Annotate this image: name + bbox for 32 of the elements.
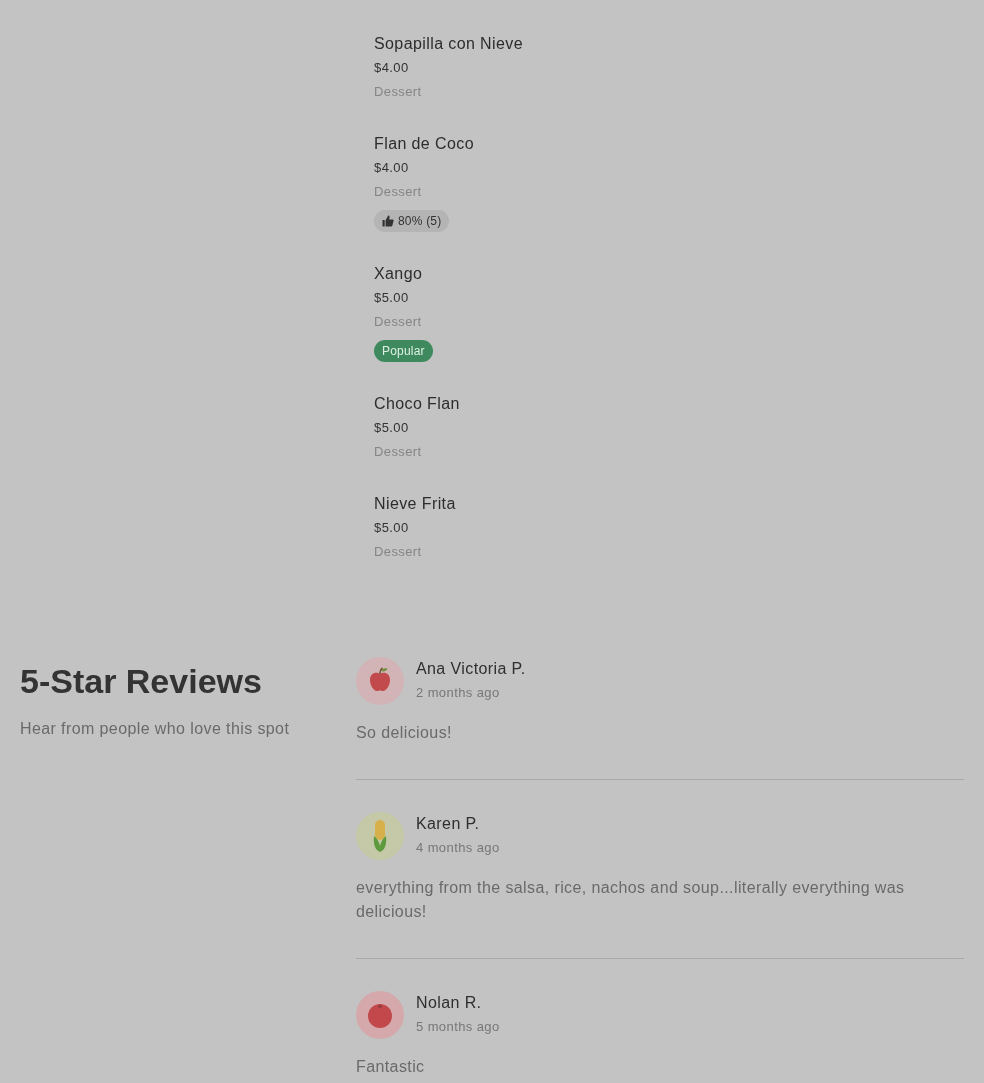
item-name: Sopapilla con Nieve: [374, 34, 525, 54]
review-date: 2 months ago: [416, 684, 501, 702]
item-name: Choco Flan: [374, 394, 461, 414]
item-price: $5.00: [374, 419, 410, 437]
item-price: $4.00: [374, 159, 410, 177]
review-date: 4 months ago: [416, 839, 500, 857]
item-category: Dessert: [374, 443, 423, 461]
section-title: 5-Star Reviews: [20, 661, 263, 701]
apple-avatar-icon: [356, 657, 404, 705]
reviewer-name: Karen P.: [416, 814, 481, 834]
item-name: Flan de Coco: [374, 134, 475, 154]
item-price: $4.00: [374, 59, 410, 77]
item-price: $5.00: [374, 519, 410, 537]
item-category: Dessert: [374, 83, 423, 101]
corn-avatar-icon: [356, 812, 404, 860]
reviewer-name: Ana Victoria P.: [416, 659, 526, 679]
review-text: So delicious!: [356, 723, 453, 743]
thumbs-up-icon: [382, 215, 394, 227]
item-name: Xango: [374, 264, 424, 284]
item-category: Dessert: [374, 313, 423, 331]
item-category: Dessert: [374, 543, 423, 561]
item-name: Nieve Frita: [374, 494, 457, 514]
review-text: Fantastic: [356, 1057, 426, 1077]
section-subtitle: Hear from people who love this spot: [20, 719, 291, 739]
tomato-avatar-icon: [356, 991, 404, 1039]
rating-text: 80% (5): [398, 214, 442, 228]
review-date: 5 months ago: [416, 1018, 500, 1036]
item-price: $5.00: [374, 289, 410, 307]
review-text: everything from the salsa, rice, nachos and soup...literally everything was delicious!: [356, 878, 906, 922]
popular-badge: Popular: [374, 340, 433, 362]
item-category: Dessert: [374, 183, 423, 201]
reviewer-name: Nolan R.: [416, 993, 483, 1013]
